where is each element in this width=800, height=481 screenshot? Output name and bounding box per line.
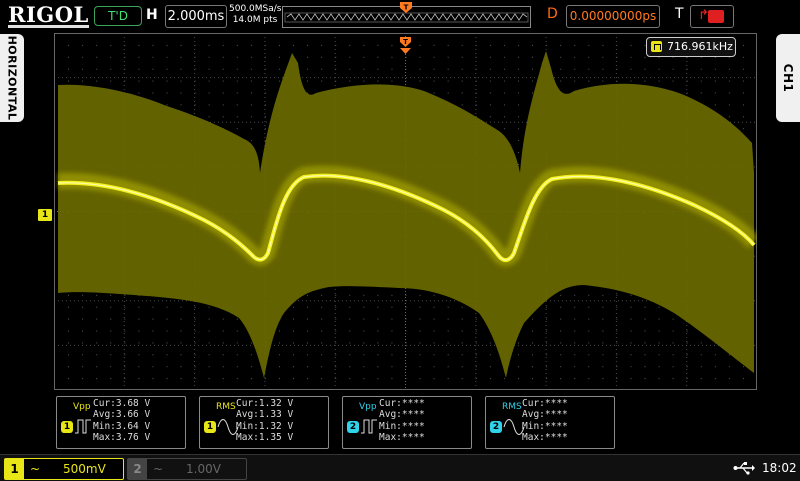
- channel-status-bar: 1 ~ 500mV 2 ~ 1.00V 18:02: [0, 454, 800, 481]
- measurement-values: Cur:**** Avg:**** Min:**** Max:****: [379, 398, 425, 444]
- usb-icon: [733, 462, 755, 475]
- channel-badge: 1: [61, 421, 73, 433]
- channel-badge: 2: [490, 421, 502, 433]
- measurement-values: Cur:1.32 V Avg:1.33 V Min:1.32 V Max:1.3…: [236, 398, 294, 444]
- ch1-side-tab[interactable]: CH1: [776, 34, 800, 122]
- trigger-settings-display[interactable]: ↱: [690, 5, 734, 28]
- channel-badge: 2: [347, 421, 359, 433]
- channel-badge: 1: [204, 421, 216, 433]
- measurement-rms-ch1[interactable]: RMS Cur:1.32 V Avg:1.33 V Min:1.32 V Max…: [199, 396, 329, 449]
- horizontal-side-tab[interactable]: HORIZONTAL: [0, 34, 24, 122]
- ac-coupling-icon: ~: [153, 462, 164, 476]
- frequency-value: 716.961kHz: [667, 40, 733, 53]
- measurement-values: Cur:3.68 V Avg:3.66 V Min:3.64 V Max:3.7…: [93, 398, 151, 444]
- trigger-source-indicator: [708, 10, 724, 23]
- horizontal-tab-label: HORIZONTAL: [5, 35, 19, 121]
- vpp-pulse-icon: [75, 419, 91, 434]
- trigger-label: T: [675, 6, 684, 22]
- ch1-scale: 500mV: [63, 462, 106, 476]
- timebase-display[interactable]: 2.000ms: [165, 5, 227, 28]
- measurement-name: Vpp: [73, 402, 91, 412]
- measurement-name: RMS: [216, 402, 236, 412]
- trigger-delay-display[interactable]: 0.00000000ps: [566, 5, 660, 28]
- delay-label: D: [547, 6, 558, 22]
- memory-depth: 14.0M pts: [232, 15, 278, 25]
- measurement-rms-ch2[interactable]: RMS Cur:**** Avg:**** Min:**** Max:**** …: [485, 396, 615, 449]
- measurement-name: RMS: [502, 402, 522, 412]
- system-clock: 18:02: [762, 461, 797, 475]
- measurement-vpp-ch2[interactable]: Vpp Cur:**** Avg:**** Min:**** Max:**** …: [342, 396, 472, 449]
- run-status-badge[interactable]: T'D: [94, 6, 142, 26]
- rms-sine-icon: [503, 419, 525, 435]
- ch2-number: 2: [128, 459, 147, 479]
- rms-sine-icon: [217, 419, 239, 435]
- waveform-display[interactable]: T: [54, 33, 757, 390]
- ch1-settings-button[interactable]: 1 ~ 500mV: [4, 458, 124, 480]
- vpp-pulse-icon: [361, 419, 377, 434]
- counter-icon: [651, 41, 662, 52]
- top-status-bar: RIGOL T'D H 2.000ms 500.0MSa/s 14.0M pts…: [0, 0, 800, 32]
- measurement-name: Vpp: [359, 402, 377, 412]
- ch2-settings-button[interactable]: 2 ~ 1.00V: [127, 458, 247, 480]
- horizontal-label: H: [146, 7, 158, 23]
- trigger-position-marker-icon: T: [400, 2, 412, 13]
- svg-text:T: T: [404, 4, 409, 12]
- svg-text:T: T: [403, 38, 408, 46]
- ch1-offset-marker[interactable]: 1: [38, 209, 52, 221]
- brand-text: RIGOL: [8, 2, 89, 27]
- ac-coupling-icon: ~: [30, 462, 41, 476]
- frequency-counter: 716.961kHz: [646, 37, 736, 57]
- ch1-number: 1: [5, 459, 24, 479]
- ch2-scale: 1.00V: [186, 462, 221, 476]
- ch1-tab-label: CH1: [781, 63, 795, 93]
- acquisition-info: 500.0MSa/s 14.0M pts: [229, 4, 281, 26]
- brand-logo: RIGOL: [8, 2, 89, 28]
- measurement-vpp-ch1[interactable]: Vpp Cur:3.68 V Avg:3.66 V Min:3.64 V Max…: [56, 396, 186, 449]
- sample-rate: 500.0MSa/s: [229, 4, 282, 14]
